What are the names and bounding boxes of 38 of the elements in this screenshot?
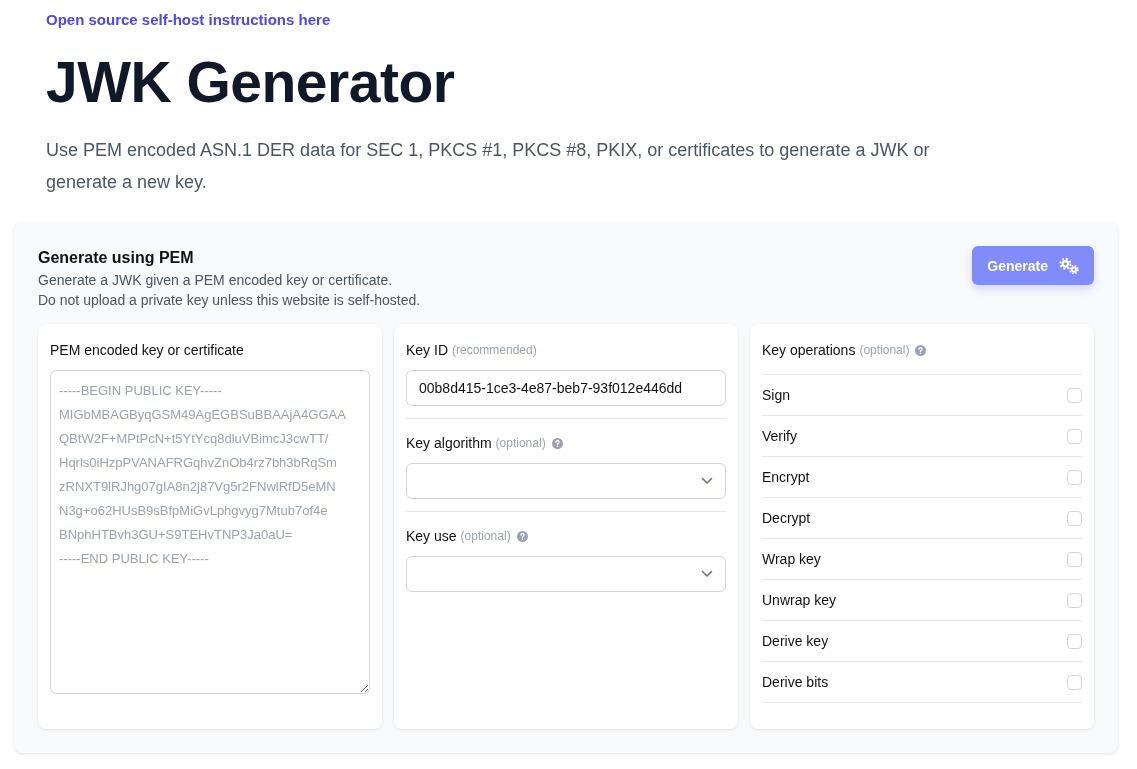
- field-hint: (recommended): [452, 342, 537, 359]
- field-label: PEM encoded key or certificate: [50, 341, 244, 360]
- key-id-input[interactable]: 00b8d415-1ce3-4e87-beb7-93f012e446dd: [406, 370, 726, 406]
- operation-label: Unwrap key: [762, 592, 836, 608]
- gears-icon: [1058, 256, 1080, 275]
- field-label: Key ID: [406, 341, 448, 360]
- panel-note: Generate a JWK given a PEM encoded key or certificate.: [38, 271, 394, 290]
- field-label: Key operations: [762, 341, 856, 360]
- checkbox[interactable]: [1067, 387, 1082, 403]
- chevron-down-icon: [701, 477, 713, 485]
- field-label: Key algorithm: [406, 434, 492, 453]
- operation-label: Verify: [762, 428, 797, 444]
- self-host-link[interactable]: Open source self-host instructions here: [46, 8, 331, 32]
- operation-label: Encrypt: [762, 469, 810, 485]
- checkbox[interactable]: [1067, 633, 1082, 649]
- checkbox[interactable]: [1067, 674, 1082, 690]
- chevron-down-icon: [701, 570, 713, 578]
- operation-label: Decrypt: [762, 510, 811, 526]
- checkbox[interactable]: [1067, 469, 1082, 485]
- field-hint: (optional): [859, 342, 910, 359]
- pem-textarea[interactable]: -----BEGIN PUBLIC KEY----- MIGbMBAGByqGSM49AgEGBSuBBAAjA4GGAA QBtW2F+MPtPcN+t5YtYcq8dluVBimcJ3cwTT/ Hqrls0iHzpPVANAFRGqhvZnOb4rz7bh3bRqSm zRNXT9lRJhg07gIA8n2j87Vg5r2FNwlRfD5eMN N3g+o62HUsB9sBfpMiGvLphgvyg7Mtub7of4e BNphHTBvh3GU+S9TEHvTNP3Ja0aU= -----END PUBLIC KEY-----: [50, 370, 370, 694]
- field-hint: (optional): [460, 528, 511, 545]
- field-hint: (optional): [495, 435, 546, 452]
- page-description: Use PEM encoded ASN.1 DER data for SEC 1, PKCS #1, PKCS #8, PKIX, or certificates to generate a JWK or generate a new key.: [46, 139, 931, 194]
- operation-label: Derive key: [762, 633, 829, 649]
- field-label: Key use: [406, 527, 457, 546]
- select-field[interactable]: [406, 463, 726, 499]
- operation-label: Derive bits: [762, 674, 829, 690]
- operation-label: Sign: [762, 387, 791, 403]
- checkbox[interactable]: [1067, 510, 1082, 526]
- page-title: JWK Generator: [46, 52, 455, 112]
- select-field[interactable]: [406, 556, 726, 592]
- checkbox[interactable]: [1067, 592, 1082, 608]
- panel-title: Generate using PEM: [38, 248, 195, 268]
- checkbox[interactable]: [1067, 428, 1082, 444]
- panel-note: Do not upload a private key unless this website is self-hosted.: [38, 291, 421, 310]
- operation-label: Wrap key: [762, 551, 821, 567]
- checkbox[interactable]: [1067, 551, 1082, 567]
